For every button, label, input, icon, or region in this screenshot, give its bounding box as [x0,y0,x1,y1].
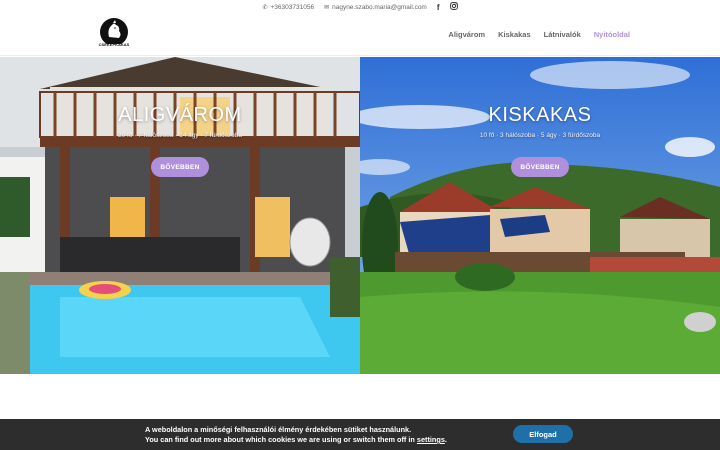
aligvarom-panel[interactable]: ALIGVÁROM 20 fő · 7 hálószoba · 14 ágy ·… [0,57,360,374]
cookie-accept-button[interactable]: Elfogad [513,425,573,443]
cookie-settings-link[interactable]: settings [417,435,445,444]
kiskakas-title: KISKAKAS [488,104,592,126]
nav-aligvarom[interactable]: Aligvárom [448,30,485,39]
aligvarom-title: ALIGVÁROM [118,104,242,126]
facebook-icon[interactable]: f [437,3,440,12]
main-nav: Aligvárom Kiskakas Látnivalók Nyitóoldal [448,30,630,39]
cookie-bar: A weboldalon a minőségi felhasználói élm… [0,419,720,450]
aligvarom-more-button[interactable]: BŐVEBBEN [151,157,209,177]
page: ✆ +36303731056 ✉ nagyne.szabo.maria@gmai… [0,0,720,450]
kiskakas-panel[interactable]: KISKAKAS 10 fő · 3 hálószoba · 5 ágy · 3… [360,57,720,374]
hero-section: ALIGVÁROM 20 fő · 7 hálószoba · 14 ágy ·… [0,57,720,374]
site-header: CSEKÉPKAKAS Aligvárom Kiskakas Látnivaló… [0,14,720,56]
top-bar: ✆ +36303731056 ✉ nagyne.szabo.maria@gmai… [0,0,720,14]
nav-latnivalok[interactable]: Látnivalók [544,30,581,39]
instagram-icon[interactable] [449,2,458,12]
kiskakas-subtitle: 10 fő · 3 hálószoba · 5 ágy · 3 fürdőszo… [479,132,601,139]
email-address[interactable]: nagyne.szabo.maria@gmail.com [332,4,427,11]
mail-icon: ✉ [324,4,330,11]
cookie-line-1: A weboldalon a minőségi felhasználói élm… [145,425,412,434]
cookie-line-2-end: . [444,435,447,444]
cookie-text: A weboldalon a minőségi felhasználói élm… [145,425,447,445]
cookie-line-2: You can find out more about which cookie… [145,435,447,445]
phone-number[interactable]: +36303731056 [271,4,315,11]
email-contact[interactable]: ✉ nagyne.szabo.maria@gmail.com [324,4,427,11]
cookie-line-2-text: You can find out more about which cookie… [145,435,417,444]
nav-nyitooldal[interactable]: Nyitóoldal [594,30,630,39]
site-logo[interactable]: CSEKÉPKAKAS [95,17,133,51]
phone-icon: ✆ [262,4,268,11]
nav-kiskakas[interactable]: Kiskakas [498,30,531,39]
phone-contact[interactable]: ✆ +36303731056 [262,4,314,11]
logo-text: CSEKÉPKAKAS [98,42,130,47]
kiskakas-more-button[interactable]: BŐVEBBEN [511,157,569,177]
aligvarom-subtitle: 20 fő · 7 hálószoba · 14 ágy · 7 fürdősz… [118,132,242,139]
